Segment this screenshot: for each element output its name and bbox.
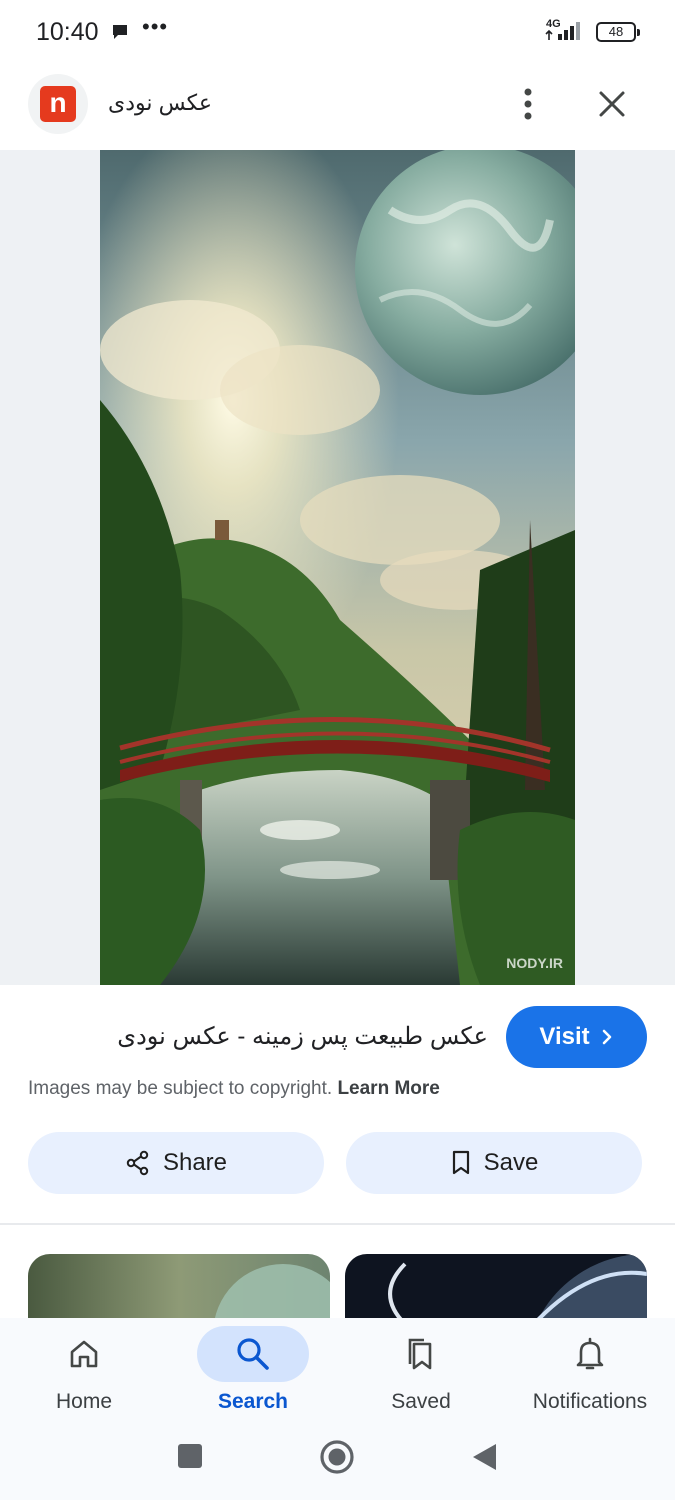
share-icon xyxy=(126,1150,149,1176)
visit-button[interactable]: Visit xyxy=(506,1006,647,1068)
nav-saved[interactable]: Saved xyxy=(337,1318,505,1428)
image-watermark: NODY.IR xyxy=(506,955,563,971)
result-header: n عکس نودی xyxy=(0,72,675,144)
close-icon xyxy=(599,91,625,117)
more-options-button[interactable] xyxy=(510,84,546,124)
signal-icon xyxy=(544,20,588,47)
copyright-notice: Images may be subject to copyright. Lear… xyxy=(28,1078,440,1100)
close-button[interactable] xyxy=(592,84,632,124)
copyright-text: Images may be subject to copyright. xyxy=(28,1078,333,1099)
section-divider xyxy=(0,1223,675,1225)
nav-saved-label: Saved xyxy=(391,1390,451,1413)
status-bar: 10:40 ••• 4G 48 xyxy=(0,0,675,64)
save-label: Save xyxy=(483,1149,539,1176)
battery-indicator: 48 xyxy=(596,22,640,42)
nav-notifications[interactable]: Notifications xyxy=(506,1318,674,1428)
chevron-right-icon xyxy=(602,1029,611,1045)
share-button[interactable]: Share xyxy=(28,1132,324,1194)
home-system-button[interactable] xyxy=(318,1438,356,1481)
save-button[interactable]: Save xyxy=(346,1132,642,1194)
back-system-button[interactable] xyxy=(470,1442,498,1477)
bookmark-icon xyxy=(452,1150,469,1175)
learn-more-link[interactable]: Learn More xyxy=(337,1078,439,1099)
bottom-navigation: Home Search Saved Notifications xyxy=(0,1318,675,1428)
share-label: Share xyxy=(162,1149,228,1176)
recents-icon xyxy=(178,1444,202,1468)
home-icon xyxy=(28,1326,140,1382)
bell-icon xyxy=(534,1326,646,1382)
recent-apps-button[interactable] xyxy=(176,1442,204,1475)
nav-home[interactable]: Home xyxy=(0,1318,168,1428)
saved-icon xyxy=(365,1326,477,1382)
site-logo-container[interactable]: n xyxy=(28,74,88,134)
main-image[interactable]: NODY.IR xyxy=(100,150,575,985)
nav-notifications-label: Notifications xyxy=(532,1390,648,1413)
image-title[interactable]: عکس طبیعت پس زمینه - عکس نودی xyxy=(28,1022,488,1051)
visit-label: Visit xyxy=(539,1023,590,1050)
more-vert-icon xyxy=(524,88,532,120)
image-preview-area: NODY.IR xyxy=(0,150,675,985)
status-time: 10:40 xyxy=(36,18,99,46)
nav-search[interactable]: Search xyxy=(169,1318,337,1428)
site-name[interactable]: عکس نودی xyxy=(108,90,212,116)
nav-search-label: Search xyxy=(217,1390,289,1413)
more-notifications-indicator: ••• xyxy=(142,14,169,39)
back-triangle-icon xyxy=(473,1444,496,1470)
system-navigation-bar xyxy=(0,1428,675,1500)
home-circle-icon xyxy=(320,1440,354,1474)
search-icon xyxy=(197,1326,309,1382)
message-notification-icon xyxy=(110,22,130,47)
nature-landscape-image xyxy=(100,150,575,985)
nav-home-label: Home xyxy=(55,1390,113,1413)
site-logo: n xyxy=(40,86,76,122)
